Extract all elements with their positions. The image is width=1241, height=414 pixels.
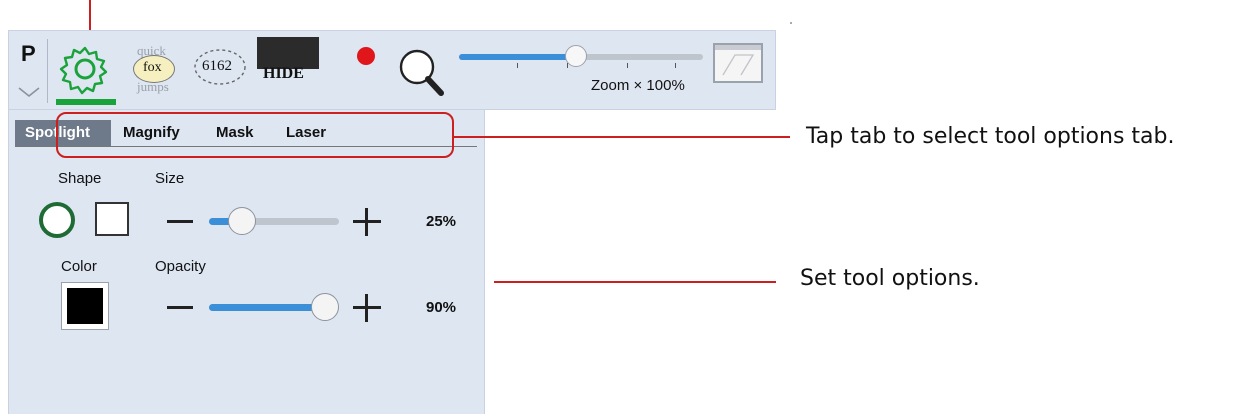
- shape-circle-button[interactable]: [39, 202, 75, 238]
- record-dot-icon[interactable]: [357, 47, 375, 65]
- size-increase-button[interactable]: [353, 208, 381, 236]
- active-tool-indicator: [56, 99, 116, 105]
- size-thumb[interactable]: [227, 207, 256, 235]
- opacity-label: Opacity: [155, 258, 206, 275]
- opacity-slider[interactable]: [209, 293, 339, 321]
- zoom-track-fill: [459, 54, 577, 60]
- tab-highlight-box: [56, 112, 454, 158]
- chevron-down-icon[interactable]: [17, 85, 41, 99]
- plus-v: [365, 208, 368, 236]
- color-swatch-button[interactable]: [61, 282, 109, 330]
- size-value: 25%: [426, 213, 457, 230]
- options-annotation-text: Set tool options.: [800, 266, 980, 291]
- counter-button[interactable]: 6162: [191, 45, 249, 89]
- color-swatch: [67, 288, 103, 324]
- size-label: Size: [155, 170, 185, 187]
- opacity-value: 90%: [426, 299, 457, 316]
- hide-label: HIDE: [263, 65, 304, 82]
- opacity-track-fill: [209, 304, 326, 311]
- plus-v: [365, 294, 368, 322]
- tab-annotation-text: Tap tab to select tool options tab.: [806, 124, 1175, 149]
- whiteboard-top-bar: [715, 45, 761, 50]
- opacity-increase-button[interactable]: [353, 294, 381, 322]
- zoom-tick: [675, 63, 676, 68]
- stamp-word-bottom: jumps: [137, 79, 169, 94]
- hide-button[interactable]: HIDE: [257, 37, 319, 85]
- zoom-tick: [517, 63, 518, 68]
- zoom-thumb[interactable]: [565, 45, 588, 67]
- shape-label: Shape: [58, 170, 102, 187]
- stray-dot: [790, 22, 792, 24]
- whiteboard-icon: [722, 54, 755, 76]
- profile-button[interactable]: P: [21, 41, 36, 67]
- counter-value: 6162: [202, 58, 232, 74]
- zoom-tick: [627, 63, 628, 68]
- opacity-decrease-button[interactable]: [167, 306, 193, 309]
- gear-icon[interactable]: [57, 43, 113, 95]
- zoom-slider[interactable]: [459, 45, 703, 75]
- opacity-thumb[interactable]: [311, 293, 339, 321]
- tab-pointer-line: [454, 136, 790, 138]
- toolbar: P quick fox jumps 6162 HIDE Zoom × 100%: [8, 30, 776, 110]
- toolbar-divider: [47, 39, 48, 103]
- magnifier-icon[interactable]: [393, 45, 449, 101]
- options-pointer-line: [494, 281, 776, 283]
- size-slider[interactable]: [209, 207, 339, 235]
- size-decrease-button[interactable]: [167, 220, 193, 223]
- color-label: Color: [61, 258, 97, 275]
- shape-square-button[interactable]: [95, 202, 129, 236]
- whiteboard-button[interactable]: [713, 43, 763, 83]
- zoom-label: Zoom × 100%: [591, 77, 685, 94]
- text-stamp-button[interactable]: quick fox jumps: [129, 41, 179, 101]
- stamp-word-middle: fox: [143, 60, 162, 75]
